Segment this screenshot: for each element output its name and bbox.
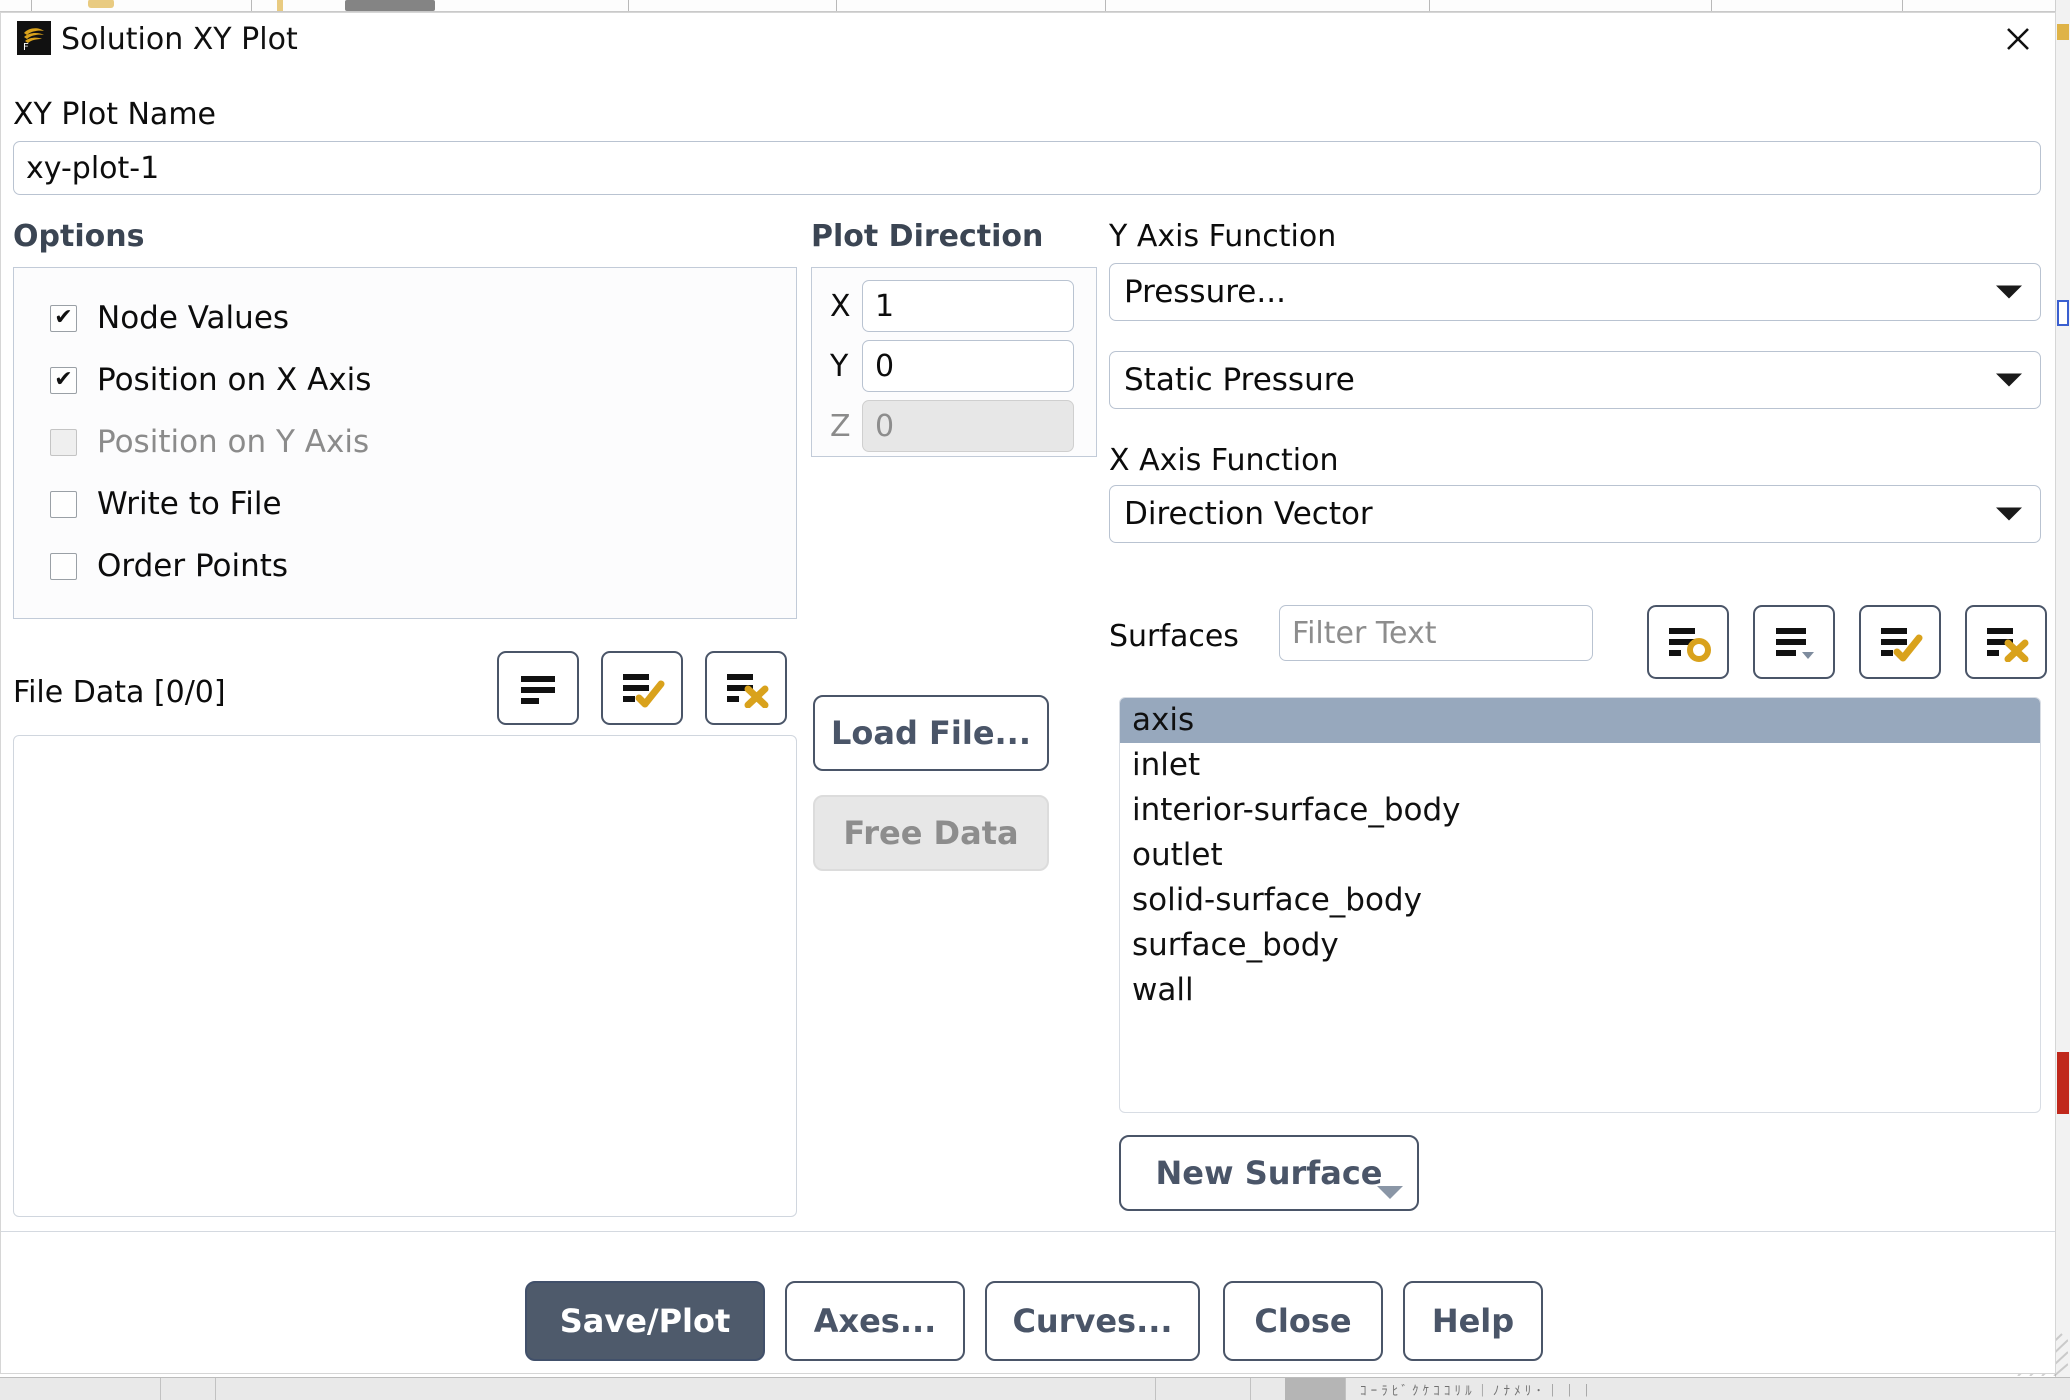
load-file-button[interactable]: Load File... — [813, 695, 1049, 771]
list-item[interactable]: wall — [1120, 968, 2040, 1013]
list-item[interactable]: solid-surface_body — [1120, 878, 2040, 923]
checkbox-label: Write to File — [97, 486, 282, 522]
y-axis-function-category-select[interactable]: Pressure... — [1109, 263, 2041, 321]
surfaces-options-button[interactable] — [1753, 605, 1835, 679]
checkbox-label: Node Values — [97, 300, 290, 336]
background-right-strip — [2055, 0, 2070, 1400]
x-axis-function-select[interactable]: Direction Vector — [1109, 485, 2041, 543]
file-data-list-button[interactable] — [497, 651, 579, 725]
close-icon[interactable] — [1991, 19, 2045, 59]
new-surface-button[interactable]: New Surface — [1119, 1135, 1419, 1211]
close-button[interactable]: Close — [1223, 1281, 1383, 1361]
list-item[interactable]: inlet — [1120, 743, 2040, 788]
list-item[interactable]: axis — [1120, 698, 2040, 743]
free-data-button: Free Data — [813, 795, 1049, 871]
y-axis-function-variable-select[interactable]: Static Pressure — [1109, 351, 2041, 409]
save-plot-button[interactable]: Save/Plot — [525, 1281, 765, 1361]
plot-direction-x-label: X — [830, 288, 851, 324]
help-button[interactable]: Help — [1403, 1281, 1543, 1361]
plot-direction-row-x: X 1 — [830, 280, 1074, 332]
checkbox-order-points[interactable]: Order Points — [50, 548, 288, 584]
file-data-select-all-button[interactable] — [601, 651, 683, 725]
file-data-listbox[interactable] — [13, 735, 797, 1217]
options-title: Options — [13, 219, 145, 254]
surfaces-listbox[interactable]: axis inlet interior-surface_body outlet … — [1119, 697, 2041, 1113]
solution-xy-plot-dialog: F Solution XY Plot XY Plot Name xy-plot-… — [0, 12, 2056, 1374]
checkbox-node-values[interactable]: ✔ Node Values — [50, 300, 289, 336]
surfaces-label: Surfaces — [1109, 619, 1239, 654]
svg-text:F: F — [23, 42, 29, 52]
plot-direction-groupbox: X 1 Y 0 Z 0 — [811, 267, 1097, 457]
surfaces-deselect-all-button[interactable] — [1965, 605, 2047, 679]
plot-direction-row-y: Y 0 — [830, 340, 1074, 392]
y-axis-function-variable-value: Static Pressure — [1124, 362, 1355, 398]
plot-direction-z-input: 0 — [862, 400, 1074, 452]
background-status-bar: ｺ ｰ ﾗ ﾋ ﾞ ｸ ｹ ｺ ｺ ﾘ ﾙ ｜ ﾉ ﾅ ﾒ ﾘ ･ ｜ ｜ ｜ — [0, 1377, 2070, 1400]
surfaces-highlight-button[interactable] — [1647, 605, 1729, 679]
list-item[interactable]: outlet — [1120, 833, 2040, 878]
dialog-title: Solution XY Plot — [61, 22, 298, 57]
list-ring-icon — [1669, 628, 1711, 662]
checkbox-box — [50, 428, 77, 456]
new-surface-label: New Surface — [1155, 1154, 1383, 1192]
dialog-titlebar: F Solution XY Plot — [1, 13, 2055, 61]
list-cross-icon — [1987, 628, 2029, 662]
checkbox-box — [50, 552, 77, 580]
plot-direction-y-label: Y — [830, 348, 849, 384]
file-data-deselect-all-button[interactable] — [705, 651, 787, 725]
checkbox-write-to-file[interactable]: Write to File — [50, 486, 282, 522]
checkbox-label: Position on X Axis — [97, 362, 372, 398]
curves-button[interactable]: Curves... — [985, 1281, 1200, 1361]
chevron-down-icon — [1377, 1186, 1403, 1199]
chevron-down-icon — [1996, 373, 2022, 387]
list-check-icon — [623, 674, 665, 708]
background-app-ribbon — [0, 0, 2070, 12]
checkbox-label: Position on Y Axis — [97, 424, 370, 460]
xy-plot-name-label: XY Plot Name — [13, 97, 216, 132]
checkbox-position-on-x-axis[interactable]: ✔ Position on X Axis — [50, 362, 371, 398]
surfaces-filter-input[interactable]: Filter Text — [1279, 605, 1593, 661]
screen-root: ｺ ｰ ﾗ ﾋ ﾞ ｸ ｹ ｺ ｺ ﾘ ﾙ ｜ ﾉ ﾅ ﾒ ﾘ ･ ｜ ｜ ｜ … — [0, 0, 2070, 1400]
list-menu-icon — [1776, 628, 1814, 659]
xy-plot-name-input[interactable]: xy-plot-1 — [13, 141, 2041, 195]
y-axis-function-label: Y Axis Function — [1109, 219, 1337, 254]
x-axis-function-label: X Axis Function — [1109, 443, 1339, 478]
fluent-logo-icon: F — [17, 21, 51, 55]
checkbox-label: Order Points — [97, 548, 289, 584]
file-data-label: File Data [0/0] — [13, 675, 226, 710]
axes-button[interactable]: Axes... — [785, 1281, 965, 1361]
list-check-icon — [1881, 628, 1923, 662]
plot-direction-y-input[interactable]: 0 — [862, 340, 1074, 392]
plot-direction-x-input[interactable]: 1 — [862, 280, 1074, 332]
x-axis-function-value: Direction Vector — [1124, 496, 1373, 532]
chevron-down-icon — [1996, 285, 2022, 299]
checkbox-box: ✔ — [50, 366, 77, 394]
plot-direction-row-z: Z 0 — [830, 400, 1074, 452]
checkbox-box — [50, 490, 77, 518]
list-item[interactable]: interior-surface_body — [1120, 788, 2040, 833]
checkbox-position-on-y-axis: Position on Y Axis — [50, 424, 369, 460]
list-icon — [521, 676, 555, 704]
plot-direction-title: Plot Direction — [811, 219, 1044, 254]
chevron-down-icon — [1996, 507, 2022, 521]
checkbox-box: ✔ — [50, 304, 77, 332]
list-cross-icon — [727, 674, 769, 708]
footer-divider — [1, 1231, 2055, 1232]
options-groupbox: ✔ Node Values ✔ Position on X Axis Posit… — [13, 267, 797, 619]
list-item[interactable]: surface_body — [1120, 923, 2040, 968]
plot-direction-z-label: Z — [830, 408, 851, 444]
y-axis-function-category-value: Pressure... — [1124, 274, 1286, 310]
surfaces-select-all-button[interactable] — [1859, 605, 1941, 679]
